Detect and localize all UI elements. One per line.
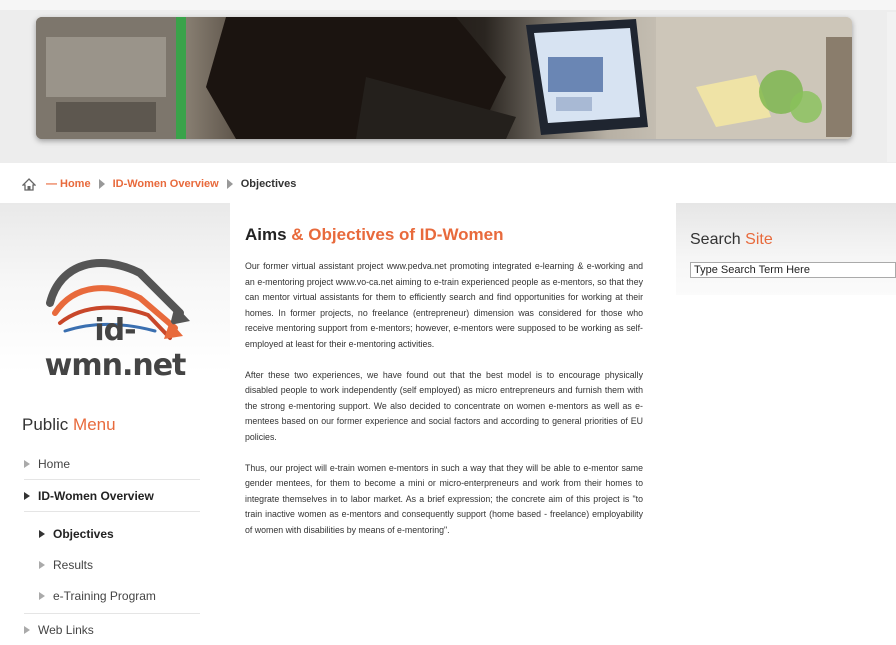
banner-photo-illustration (36, 17, 852, 139)
menu-title-accent: Menu (73, 415, 116, 434)
menu-item-label: ID-Women Overview (38, 488, 154, 503)
header-banner (0, 0, 896, 163)
chevron-right-icon (24, 491, 30, 500)
banner-top-strip (0, 0, 896, 10)
menu-item-training[interactable]: e-Training Program (24, 580, 200, 614)
logo-text[interactable]: id-wmn.net (30, 313, 200, 383)
menu-item-home[interactable]: Home (24, 448, 200, 480)
breadcrumb-separator-icon (98, 179, 105, 189)
main-content: Aims & Objectives of ID-Women Our former… (245, 225, 643, 554)
breadcrumb: — Home ID-Women Overview Objectives (22, 176, 296, 192)
chevron-right-icon (24, 459, 30, 468)
breadcrumb-dash: — (46, 178, 57, 190)
search-title-accent: Site (745, 231, 773, 248)
right-sidebar: Search Site (676, 203, 896, 295)
public-menu: Home ID-Women Overview Objectives Result… (24, 448, 200, 645)
menu-item-label: Home (38, 456, 71, 471)
page-title-plain: Aims (245, 225, 292, 244)
search-title: Search Site (690, 231, 773, 249)
menu-item-overview[interactable]: ID-Women Overview (24, 480, 200, 512)
chevron-right-icon (24, 625, 30, 634)
menu-item-results[interactable]: Results (24, 549, 200, 580)
chevron-right-icon (39, 529, 45, 538)
menu-item-label: Web Links (38, 622, 94, 637)
banner-photo (36, 17, 852, 139)
menu-item-label: Results (53, 557, 94, 572)
chevron-right-icon (39, 591, 45, 600)
menu-item-web-links[interactable]: Web Links (24, 614, 200, 645)
menu-item-label: e-Training Program (53, 588, 156, 603)
article-paragraph: After these two experiences, we have fou… (245, 369, 643, 442)
breadcrumb-current: Objectives (240, 178, 297, 190)
menu-title-plain: Public (22, 415, 74, 434)
article-paragraph: Thus, our project will e-train women e-m… (245, 462, 643, 535)
menu-item-objectives[interactable]: Objectives (24, 518, 200, 549)
article-paragraph: Our former virtual assistant project www… (245, 261, 643, 349)
page-title: Aims & Objectives of ID-Women (245, 225, 643, 245)
chevron-right-icon (39, 560, 45, 569)
breadcrumb-separator-icon (226, 179, 233, 189)
home-icon[interactable] (22, 177, 36, 191)
search-input[interactable] (690, 262, 896, 278)
banner-right-edge (887, 12, 896, 162)
menu-item-label: Objectives (53, 526, 114, 541)
breadcrumb-overview-link[interactable]: ID-Women Overview (113, 178, 219, 190)
page-title-accent: & Objectives of ID-Women (291, 225, 504, 244)
public-menu-title: Public Menu (22, 415, 116, 435)
search-title-plain: Search (690, 231, 746, 248)
breadcrumb-home-link[interactable]: Home (60, 178, 91, 190)
